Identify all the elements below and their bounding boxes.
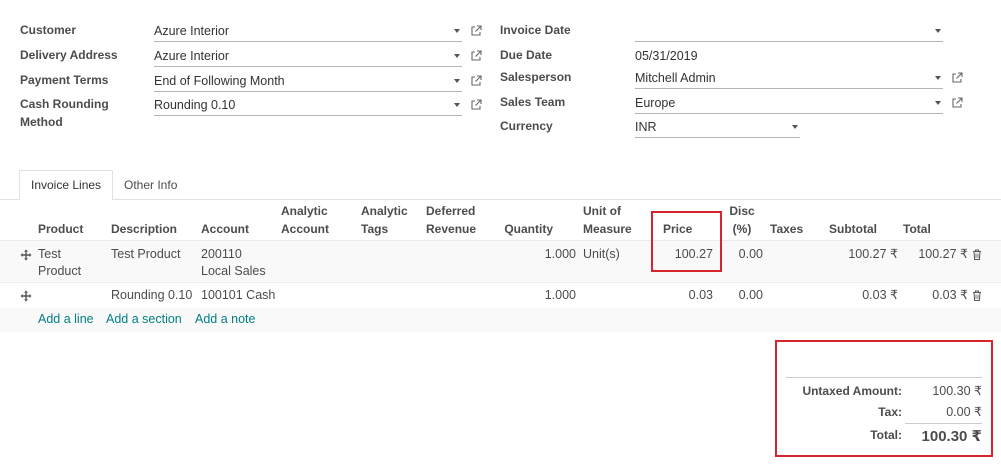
payment-terms-value: End of Following Month	[154, 74, 285, 88]
header-description[interactable]: Description	[111, 220, 177, 238]
header-unit-of-measure[interactable]: Unit of Measure	[583, 202, 632, 238]
row-subtotal: 100.27 ₹	[848, 247, 898, 261]
customer-value: Azure Interior	[154, 24, 230, 38]
payment-terms-field[interactable]: End of Following Month	[154, 70, 462, 92]
caret-down-icon[interactable]	[792, 125, 798, 129]
row-account-line2: Local Sales	[201, 264, 266, 278]
header-disc-line1: Disc	[729, 204, 755, 218]
delivery-address-label: Delivery Address	[20, 48, 118, 62]
caret-down-icon[interactable]	[935, 29, 941, 33]
header-analytic-tags-line1: Analytic	[361, 204, 408, 218]
external-link-icon[interactable]	[951, 72, 963, 84]
row-quantity: 1.000	[544, 288, 576, 302]
caret-down-icon[interactable]	[935, 101, 941, 105]
external-link-icon[interactable]	[470, 99, 482, 111]
cash-rounding-field[interactable]: Rounding 0.10	[154, 94, 462, 116]
header-analytic-account-line1: Analytic	[281, 204, 328, 218]
header-account[interactable]: Account	[201, 220, 249, 238]
row-product: Test Product	[38, 246, 98, 280]
due-date-value: 05/31/2019	[635, 49, 698, 63]
row-uom: Unit(s)	[583, 247, 620, 261]
cash-rounding-value: Rounding 0.10	[154, 98, 236, 112]
row-discount: 0.00	[738, 247, 763, 261]
drag-handle-icon[interactable]	[20, 249, 32, 261]
header-disc-line2: (%)	[732, 222, 752, 236]
customer-label: Customer	[20, 23, 77, 37]
cash-rounding-label-line2: Method	[20, 115, 63, 129]
salesperson-value: Mitchell Admin	[635, 71, 716, 85]
header-subtotal[interactable]: Subtotal	[829, 220, 877, 238]
row-price: 0.03	[688, 288, 713, 302]
tab-invoice-lines[interactable]: Invoice Lines	[19, 170, 114, 200]
add-note-link[interactable]: Add a note	[195, 311, 255, 328]
caret-down-icon[interactable]	[454, 54, 460, 58]
header-analytic-account-line2: Account	[281, 222, 329, 236]
invoice-date-label: Invoice Date	[500, 23, 571, 37]
header-uom-line2: Measure	[583, 222, 632, 236]
header-uom-line1: Unit of	[583, 204, 621, 218]
cash-rounding-label: Cash Rounding Method	[20, 95, 109, 131]
due-date-label: Due Date	[500, 48, 553, 62]
header-analytic-tags-line2: Tags	[361, 222, 389, 236]
payment-terms-label: Payment Terms	[20, 73, 109, 87]
caret-down-icon[interactable]	[454, 103, 460, 107]
row-subtotal: 0.03 ₹	[862, 288, 898, 302]
add-actions-row: Add a line Add a section Add a note	[0, 308, 1001, 332]
header-product[interactable]: Product	[38, 220, 83, 238]
invoice-date-field[interactable]	[635, 20, 943, 42]
add-section-link[interactable]: Add a section	[106, 311, 182, 328]
caret-down-icon[interactable]	[454, 79, 460, 83]
row-account: 200110 Local Sales	[201, 246, 266, 280]
header-deferred-revenue[interactable]: Deferred Revenue	[426, 202, 476, 238]
table-row[interactable]: Test Product Test Product 200110 Local S…	[0, 240, 1001, 282]
cash-rounding-label-line1: Cash Rounding	[20, 97, 109, 111]
header-analytic-tags[interactable]: Analytic Tags	[361, 202, 408, 238]
header-quantity[interactable]: Quantity	[490, 220, 553, 238]
delivery-address-value: Azure Interior	[154, 49, 230, 63]
header-analytic-account[interactable]: Analytic Account	[281, 202, 329, 238]
trash-icon[interactable]	[972, 290, 982, 301]
row-account-line1: 200110	[201, 247, 242, 261]
row-product-line1: Test	[38, 247, 61, 261]
tab-other-info[interactable]: Other Info	[112, 170, 189, 200]
currency-field[interactable]: INR	[635, 116, 800, 138]
header-deferred-revenue-line1: Deferred	[426, 204, 476, 218]
salesperson-field[interactable]: Mitchell Admin	[635, 67, 943, 89]
salesperson-label: Salesperson	[500, 70, 572, 84]
row-description: Rounding 0.10	[111, 288, 193, 302]
trash-icon[interactable]	[972, 249, 982, 260]
row-discount: 0.00	[738, 288, 763, 302]
table-row[interactable]: Rounding 0.10 100101 Cash 1.000 0.03 0.0…	[0, 282, 1001, 308]
row-description: Test Product	[111, 247, 181, 261]
row-quantity: 1.000	[544, 247, 576, 261]
delivery-address-field[interactable]: Azure Interior	[154, 45, 462, 67]
external-link-icon[interactable]	[470, 75, 482, 87]
external-link-icon[interactable]	[470, 50, 482, 62]
header-discount[interactable]: Disc (%)	[724, 202, 760, 238]
row-total: 0.03 ₹	[932, 288, 968, 302]
currency-value: INR	[635, 120, 657, 134]
header-total[interactable]: Total	[903, 220, 931, 238]
customer-field[interactable]: Azure Interior	[154, 20, 462, 42]
add-line-link[interactable]: Add a line	[38, 311, 94, 328]
row-product-line2: Product	[38, 264, 82, 278]
caret-down-icon[interactable]	[454, 29, 460, 33]
caret-down-icon[interactable]	[935, 76, 941, 80]
external-link-icon[interactable]	[470, 25, 482, 37]
row-account: 100101 Cash	[201, 288, 276, 302]
price-highlight-box	[651, 211, 722, 272]
external-link-icon[interactable]	[951, 97, 963, 109]
totals-highlight-box	[775, 340, 993, 457]
due-date-field[interactable]: 05/31/2019	[635, 45, 943, 67]
row-total: 100.27 ₹	[918, 247, 968, 261]
header-taxes[interactable]: Taxes	[770, 220, 803, 238]
drag-handle-icon[interactable]	[20, 290, 32, 302]
currency-label: Currency	[500, 119, 553, 133]
header-deferred-revenue-line2: Revenue	[426, 222, 477, 236]
sales-team-field[interactable]: Europe	[635, 92, 943, 114]
sales-team-value: Europe	[635, 96, 676, 110]
sales-team-label: Sales Team	[500, 95, 566, 109]
